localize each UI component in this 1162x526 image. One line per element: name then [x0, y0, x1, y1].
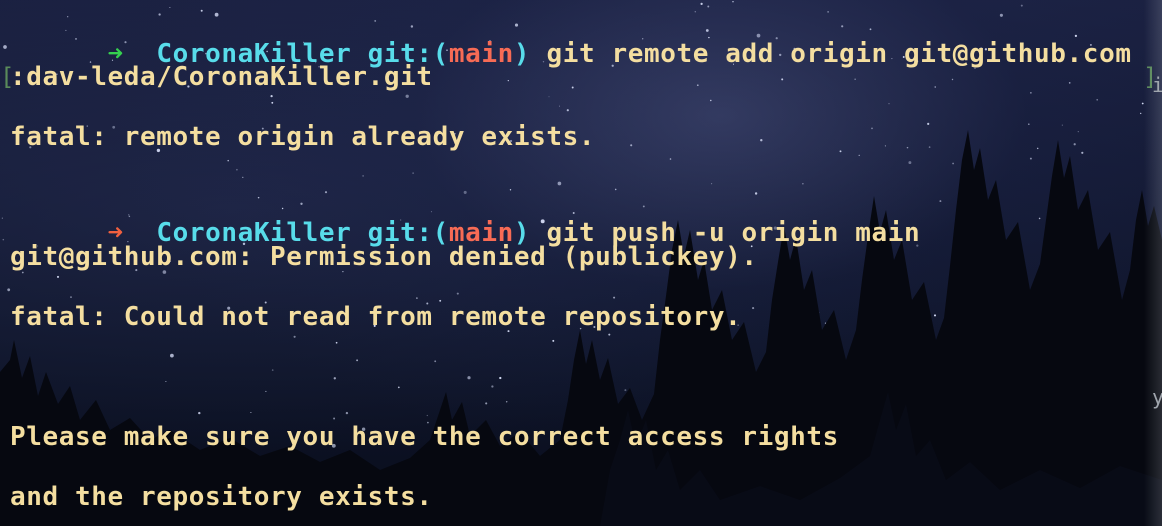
error-line: fatal: remote origin already exists. [10, 122, 596, 152]
error-line: fatal: Could not read from remote reposi… [10, 302, 742, 332]
terminal-window[interactable]: ➜ CoronaKiller git:(main) git remote add… [0, 0, 1162, 526]
prompt-line-push: ➜ CoronaKiller git:(main) git push -u or… [10, 179, 920, 248]
output-line: and the repository exists. [10, 482, 433, 512]
edge-overlap [1144, 0, 1162, 526]
prompt-git-close: ) [513, 39, 531, 69]
command-text: git remote add origin git@github.com [546, 39, 1132, 69]
selection-bracket-left: [ [0, 63, 15, 91]
error-line: git@github.com: Permission denied (publi… [10, 242, 758, 272]
prompt-line-remote-add: ➜ CoronaKiller git:(main) git remote add… [10, 0, 1132, 69]
output-line: Please make sure you have the correct ac… [10, 422, 839, 452]
output-line: :dav-leda/CoronaKiller.git [10, 62, 433, 92]
prompt-branch: main [448, 39, 514, 69]
